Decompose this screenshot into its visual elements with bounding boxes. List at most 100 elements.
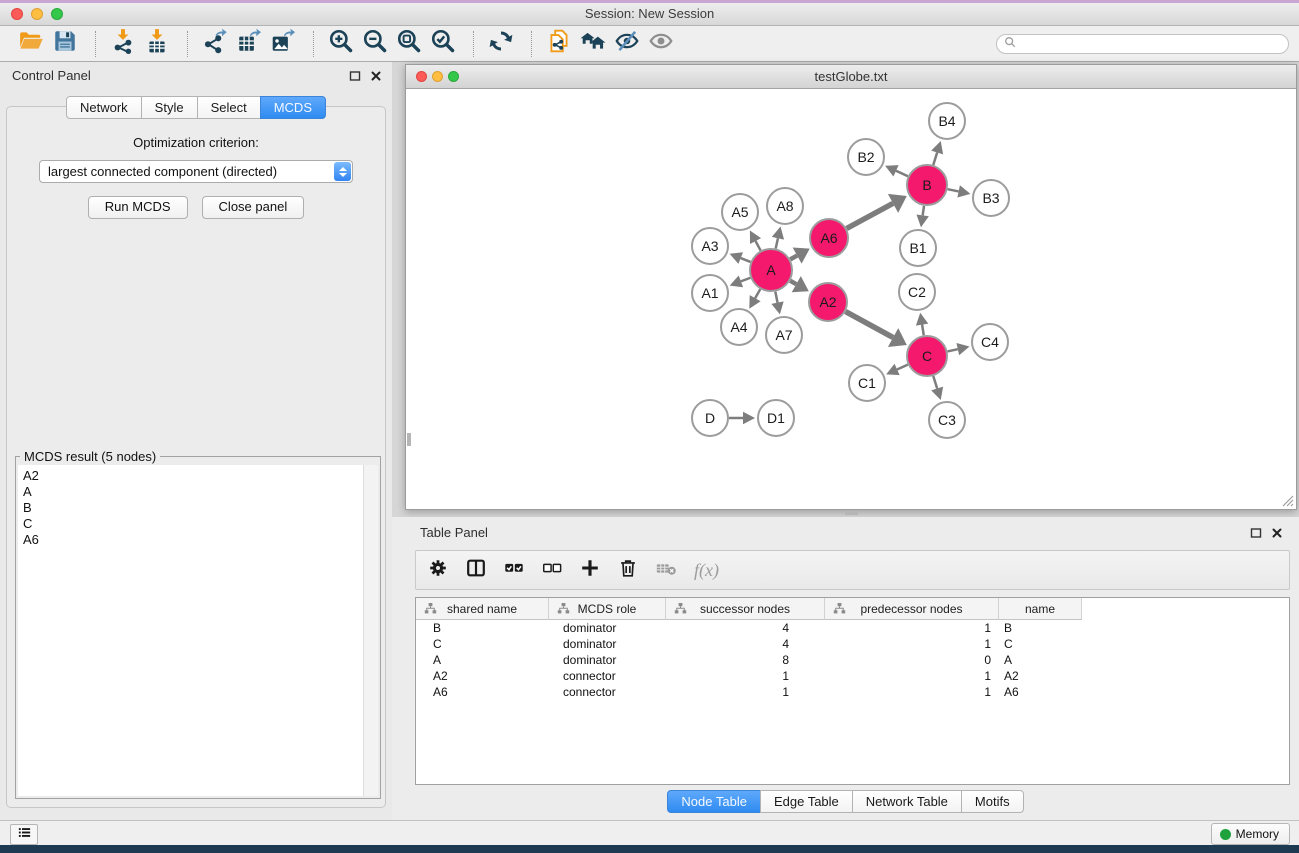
add-column-button[interactable] [578, 558, 602, 582]
graph-node-C[interactable]: C [907, 336, 947, 376]
tab-mcds[interactable]: MCDS [260, 96, 326, 119]
table-row[interactable]: Adominator80A [416, 652, 1289, 668]
graph-edge-C-C3[interactable] [933, 376, 937, 388]
tab-network[interactable]: Network [66, 96, 142, 119]
graph-edge-C-C4[interactable] [947, 349, 957, 351]
network-canvas[interactable]: AA6A2BCA5A8A3A1A4A7B2B4B3B1C2C4C1C3DD1 [406, 89, 1296, 509]
graph-node-A3[interactable]: A3 [692, 228, 728, 264]
close-panel-button[interactable]: Close panel [202, 196, 305, 219]
refresh-network-button[interactable] [486, 30, 516, 58]
column-header-predecessor-nodes[interactable]: predecessor nodes [825, 598, 999, 620]
eye-slash-button[interactable] [612, 30, 642, 58]
tab-style[interactable]: Style [141, 96, 198, 119]
houses-button[interactable] [578, 30, 608, 58]
graph-node-A8[interactable]: A8 [767, 188, 803, 224]
search-box[interactable] [996, 34, 1289, 54]
column-header-name[interactable]: name [999, 598, 1082, 620]
graph-edge-B-B4[interactable] [933, 152, 937, 164]
tab-network-table[interactable]: Network Table [852, 790, 962, 813]
graph-node-A6[interactable]: A6 [810, 219, 848, 257]
graph-node-A[interactable]: A [750, 249, 792, 291]
mcds-result-item[interactable]: A [23, 484, 363, 500]
mcds-result-item[interactable]: A6 [23, 532, 363, 548]
mcds-result-item[interactable]: A2 [23, 468, 363, 484]
graph-node-A2[interactable]: A2 [809, 283, 847, 321]
export-table-button[interactable] [234, 30, 264, 58]
resize-grip-icon[interactable] [1281, 494, 1294, 507]
graph-node-A7[interactable]: A7 [766, 317, 802, 353]
graph-node-C3[interactable]: C3 [929, 402, 965, 438]
graph-node-B4[interactable]: B4 [929, 103, 965, 139]
zoom-out-button[interactable] [360, 30, 390, 58]
network-window-titlebar[interactable]: testGlobe.txt [406, 65, 1296, 89]
graph-node-C2[interactable]: C2 [899, 274, 935, 310]
graph-edge-A-A2[interactable] [790, 281, 796, 284]
import-network-button[interactable] [108, 30, 138, 58]
graph-node-B1[interactable]: B1 [900, 230, 936, 266]
graph-node-A1[interactable]: A1 [692, 275, 728, 311]
column-header-shared-name[interactable]: shared name [416, 598, 549, 620]
graph-edge-A-A7[interactable] [775, 292, 777, 303]
delete-table-button[interactable] [654, 558, 678, 582]
task-history-button[interactable] [10, 824, 38, 845]
graph-edge-A-A8[interactable] [776, 238, 778, 248]
graph-edge-C-C1[interactable] [897, 365, 908, 370]
graph-edge-A-A5[interactable] [756, 241, 761, 250]
graph-node-C4[interactable]: C4 [972, 324, 1008, 360]
graph-edge-A-A4[interactable] [755, 289, 760, 298]
mcds-result-item[interactable]: C [23, 516, 363, 532]
export-network-button[interactable] [200, 30, 230, 58]
graph-node-A4[interactable]: A4 [721, 309, 757, 345]
graph-node-A5[interactable]: A5 [722, 194, 758, 230]
table-row[interactable]: A2connector11A2 [416, 668, 1289, 684]
graph-node-B3[interactable]: B3 [973, 180, 1009, 216]
tab-motifs[interactable]: Motifs [961, 790, 1024, 813]
run-mcds-button[interactable]: Run MCDS [88, 196, 188, 219]
export-image-button[interactable] [268, 30, 298, 58]
graph-edge-A-A1[interactable] [741, 278, 751, 282]
criterion-select[interactable]: largest connected component (directed) [39, 160, 353, 183]
graph-edge-A2-C[interactable] [846, 312, 894, 338]
table-row[interactable]: Cdominator41C [416, 636, 1289, 652]
graph-node-D[interactable]: D [692, 400, 728, 436]
mcds-result-item[interactable]: B [23, 500, 363, 516]
mcds-list-scrollbar[interactable] [363, 465, 378, 796]
search-input[interactable] [1020, 36, 1288, 52]
zoom-selected-button[interactable] [428, 30, 458, 58]
tab-edge-table[interactable]: Edge Table [760, 790, 853, 813]
save-session-button[interactable] [50, 30, 80, 58]
graph-node-C1[interactable]: C1 [849, 365, 885, 401]
close-panel-icon[interactable] [370, 70, 382, 82]
gear-button[interactable] [426, 558, 450, 582]
table-row[interactable]: A6connector11A6 [416, 684, 1289, 700]
graph-edge-A-A6[interactable] [790, 256, 797, 260]
float-panel-icon[interactable] [1250, 527, 1262, 539]
graph-edge-A6-B[interactable] [847, 203, 893, 228]
import-table-button[interactable] [142, 30, 172, 58]
zoom-in-button[interactable] [326, 30, 356, 58]
close-panel-icon[interactable] [1271, 527, 1283, 539]
float-panel-icon[interactable] [349, 70, 361, 82]
split-panel-button[interactable] [464, 558, 488, 582]
column-header-successor-nodes[interactable]: successor nodes [666, 598, 825, 620]
deselect-all-button[interactable] [540, 558, 564, 582]
graph-edge-B-B2[interactable] [896, 171, 908, 176]
zoom-fit-button[interactable] [394, 30, 424, 58]
tab-node-table[interactable]: Node Table [667, 790, 761, 813]
graph-edge-B-B1[interactable] [923, 206, 924, 216]
graph-edge-B-B3[interactable] [948, 189, 959, 191]
table-row[interactable]: Bdominator41B [416, 620, 1289, 636]
column-header-MCDS-role[interactable]: MCDS role [549, 598, 666, 620]
duplicate-network-button[interactable] [544, 30, 574, 58]
delete-columns-button[interactable] [616, 558, 640, 582]
memory-button[interactable]: Memory [1211, 823, 1290, 845]
graph-node-B2[interactable]: B2 [848, 139, 884, 175]
graph-node-D1[interactable]: D1 [758, 400, 794, 436]
select-all-button[interactable] [502, 558, 526, 582]
open-file-button[interactable] [16, 30, 46, 58]
function-builder-button[interactable]: f(x) [694, 560, 719, 581]
graph-edge-A-A3[interactable] [741, 258, 751, 262]
eye-button[interactable] [646, 30, 676, 58]
graph-edge-C-C2[interactable] [922, 325, 924, 336]
tab-select[interactable]: Select [197, 96, 261, 119]
